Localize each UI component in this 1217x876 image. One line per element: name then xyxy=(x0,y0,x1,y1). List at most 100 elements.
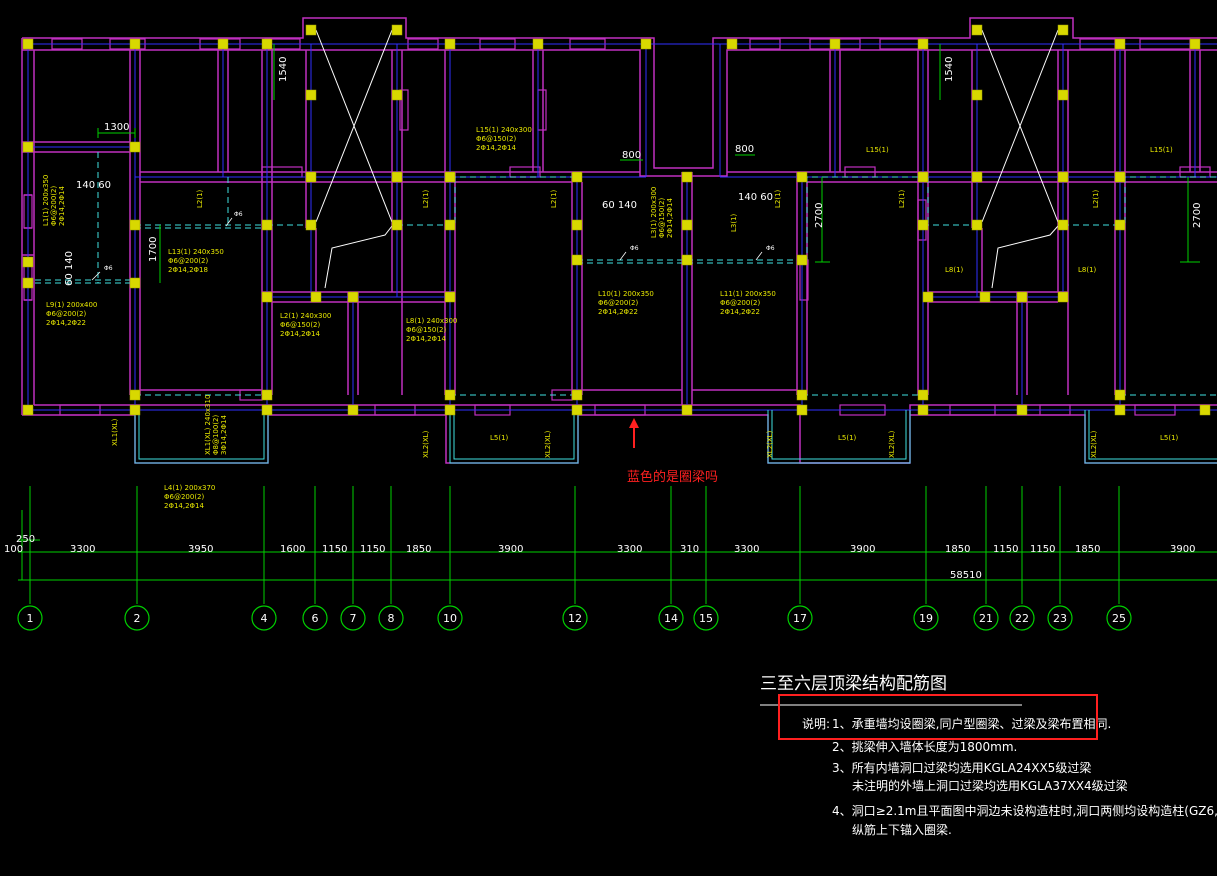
dim-1300: 1300 xyxy=(104,122,129,133)
column xyxy=(129,277,141,289)
column xyxy=(640,38,652,50)
column xyxy=(571,389,583,401)
axis-span-dim: 1150 xyxy=(1030,544,1055,555)
column xyxy=(796,171,808,183)
beam-label-l10: 2Φ14,2Φ22 xyxy=(598,308,638,316)
axis-span-dim: 1150 xyxy=(322,544,347,555)
column xyxy=(129,219,141,231)
beam-label-l5: L5(1) xyxy=(490,434,509,442)
beam-label-l15-short: L15(1) xyxy=(866,146,889,154)
axis-span-dim: 3900 xyxy=(498,544,523,555)
axis-label: 6 xyxy=(312,612,319,625)
column xyxy=(305,171,317,183)
column xyxy=(129,38,141,50)
axis-span-dim: 3900 xyxy=(1170,544,1195,555)
axis-span-dim: 1850 xyxy=(406,544,431,555)
structural-beam-plan-drawing: L1(1) 200x350 Φ6@200(2) 2Φ14,2Φ14 L9(1) … xyxy=(0,0,1217,876)
column xyxy=(444,38,456,50)
column xyxy=(1057,89,1069,101)
axis-span-dim: 3300 xyxy=(617,544,642,555)
axis-label: 2 xyxy=(134,612,141,625)
note-line-3b: 未注明的外墙上洞口过梁均选用KGLA37XX4级过梁 xyxy=(852,778,1128,793)
beam-label-l13: 2Φ14,2Φ18 xyxy=(168,266,208,274)
column xyxy=(571,254,583,266)
note-line-3: 3、所有内墙洞口过梁均选用KGLA24XX5级过梁 xyxy=(832,760,1091,775)
column xyxy=(391,171,403,183)
dim-1540: 1540 xyxy=(278,57,289,82)
beam-label-l2: 2Φ14,2Φ14 xyxy=(280,330,321,338)
beam-label-xl2: XL2(XL) xyxy=(544,430,552,458)
column xyxy=(681,254,693,266)
dim-140-60: 140 60 xyxy=(76,180,111,191)
column xyxy=(444,219,456,231)
beam-label-l9: 2Φ14,2Φ22 xyxy=(46,319,86,327)
beam-label-xl1-line: XL1(XL) 240x310 xyxy=(204,395,212,455)
beam-label-xl2: XL2(XL) xyxy=(422,430,430,458)
beam-label-l2-short: L2(1) xyxy=(1092,189,1100,208)
column xyxy=(726,38,738,50)
axis-label: 25 xyxy=(1112,612,1126,625)
column xyxy=(444,404,456,416)
column xyxy=(1114,171,1126,183)
column xyxy=(1114,38,1126,50)
beam-label-l15: L15(1) 240x300 xyxy=(476,126,532,134)
column xyxy=(129,389,141,401)
column xyxy=(391,219,403,231)
column xyxy=(1189,38,1201,50)
column xyxy=(305,24,317,36)
column xyxy=(571,404,583,416)
column xyxy=(22,256,34,268)
beam-label-l3-line: 2Φ14,2Φ14 xyxy=(666,197,674,238)
dim-800: 800 xyxy=(622,150,641,161)
column xyxy=(971,219,983,231)
beam-label-l9: Φ6@200(2) xyxy=(46,310,87,318)
axis-label: 19 xyxy=(919,612,933,625)
note-line-4: 4、洞口≥2.1m且平面图中洞边未设构造柱时,洞口两侧均设构造柱(GZ6,GZ7… xyxy=(832,803,1217,818)
rebar-mark: Φ6 xyxy=(766,245,775,252)
axis-span-dim: 3300 xyxy=(734,544,759,555)
beam-label-l15: Φ6@150(2) xyxy=(476,135,517,143)
column xyxy=(22,141,34,153)
column xyxy=(129,404,141,416)
total-dimension: 58510 xyxy=(950,570,982,581)
beam-label-l1-line: Φ6@200(2) xyxy=(50,185,58,226)
column xyxy=(1114,389,1126,401)
column xyxy=(444,171,456,183)
column xyxy=(1057,291,1069,303)
beam-label-xl1-short: XL1(XL) xyxy=(111,418,119,446)
axis-label: 12 xyxy=(568,612,582,625)
beam-label-l3-line: L3(1) 200x300 xyxy=(650,187,658,238)
annotation-text: 蓝色的是圈梁吗 xyxy=(627,469,718,485)
rebar-mark: Φ6 xyxy=(234,211,243,218)
column xyxy=(261,38,273,50)
beam-label-l4: L4(1) 200x370 xyxy=(164,484,215,492)
axis-label: 17 xyxy=(793,612,807,625)
column xyxy=(571,171,583,183)
column xyxy=(571,219,583,231)
axis-span-dim: 100 xyxy=(4,544,23,555)
axis-span-dim: 1850 xyxy=(1075,544,1100,555)
column xyxy=(1016,291,1028,303)
axis-label: 1 xyxy=(27,612,34,625)
beam-label-l15-short: L15(1) xyxy=(1150,146,1173,154)
beam-label-l4: 2Φ14,2Φ14 xyxy=(164,502,205,510)
column xyxy=(1057,171,1069,183)
column xyxy=(681,404,693,416)
beam-label-xl1-line: 3Φ14,2Φ14 xyxy=(220,414,228,455)
column xyxy=(347,404,359,416)
beam-label-xl2: XL2(XL) xyxy=(766,430,774,458)
beam-label-l15: 2Φ14,2Φ14 xyxy=(476,144,517,152)
column xyxy=(444,389,456,401)
beam-label-l8: 2Φ14,2Φ14 xyxy=(406,335,447,343)
column xyxy=(444,291,456,303)
beam-label-l2-short: L2(1) xyxy=(898,189,906,208)
note-line-4b: 纵筋上下锚入圈梁. xyxy=(852,822,952,837)
dim-140-60: 140 60 xyxy=(738,192,773,203)
column xyxy=(971,89,983,101)
column xyxy=(917,404,929,416)
beam-label-l11: 2Φ14,2Φ22 xyxy=(720,308,760,316)
axis-span-dim: 250 xyxy=(16,534,35,545)
beam-label-l1-line: 2Φ14,2Φ14 xyxy=(58,185,66,226)
column xyxy=(1057,24,1069,36)
column xyxy=(1016,404,1028,416)
